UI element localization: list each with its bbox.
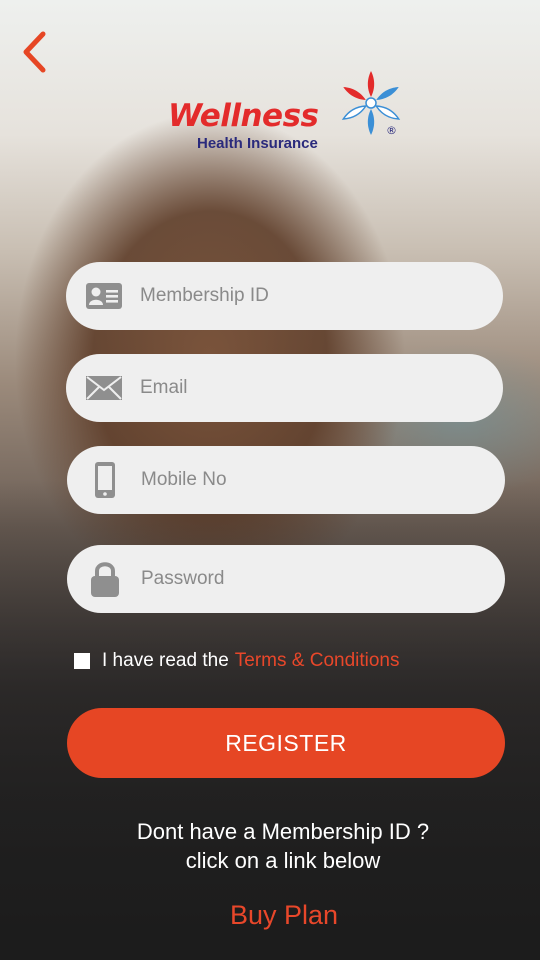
envelope-icon <box>82 366 126 410</box>
mobile-input[interactable] <box>139 468 473 492</box>
flower-logo-icon: ® <box>341 71 401 136</box>
chevron-left-icon <box>23 31 46 73</box>
password-input[interactable] <box>139 567 473 591</box>
membership-id-input[interactable] <box>138 284 472 308</box>
logo-subtitle: Health Insurance <box>197 135 318 152</box>
email-input[interactable] <box>138 376 472 400</box>
mobile-field[interactable] <box>67 446 505 514</box>
registered-mark: ® <box>386 124 397 136</box>
logo-brand-text: Wellness <box>168 98 319 134</box>
no-membership-text: Dont have a Membership ID ? <box>136 819 430 844</box>
terms-text: I have read the <box>102 650 229 671</box>
terms-conditions-link[interactable]: Terms & Conditions <box>235 650 400 672</box>
terms-checkbox[interactable] <box>74 653 90 669</box>
click-link-text: click on a link below <box>185 848 381 873</box>
buy-plan-link[interactable]: Buy Plan <box>0 900 540 931</box>
membership-id-field[interactable] <box>66 262 503 330</box>
terms-row: I have read the Terms & Conditions <box>74 650 400 672</box>
lock-icon <box>83 557 127 601</box>
register-button[interactable]: REGISTER <box>67 708 505 778</box>
back-button[interactable] <box>14 28 54 76</box>
email-field[interactable] <box>66 354 503 422</box>
password-field[interactable] <box>67 545 505 613</box>
id-card-icon <box>82 274 126 318</box>
phone-icon <box>83 458 127 502</box>
wellness-logo: Wellness Health Insurance ® <box>168 70 408 155</box>
